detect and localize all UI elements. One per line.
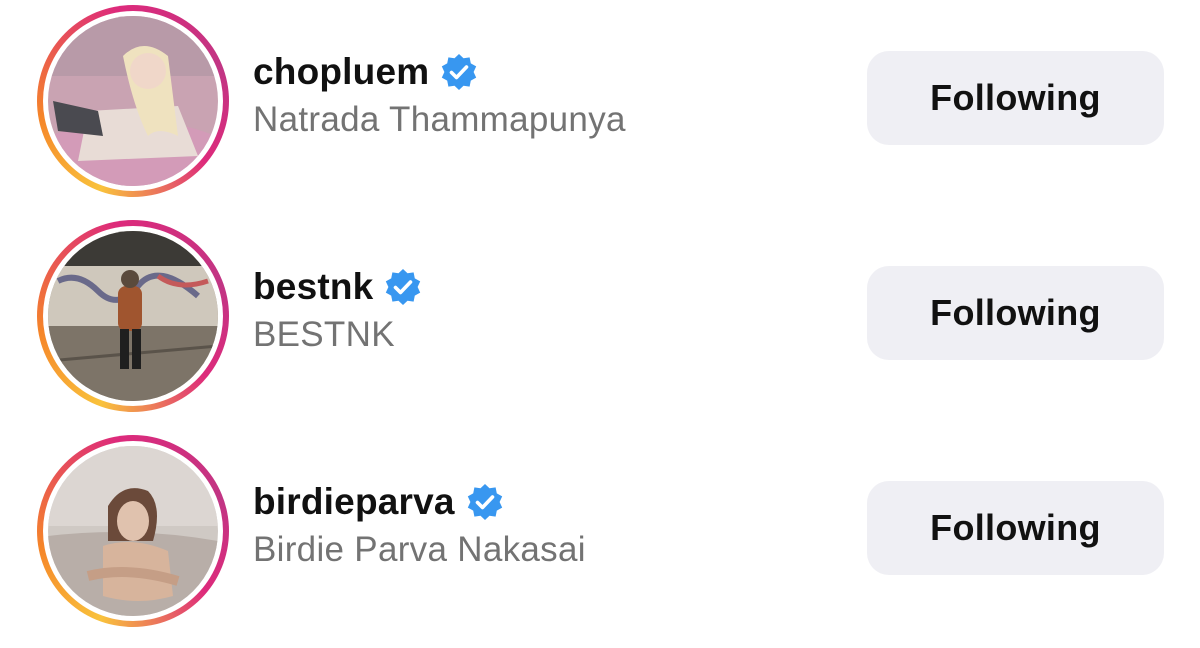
list-item[interactable]: bestnk BESTNK Following <box>0 215 1200 430</box>
list-item[interactable]: birdieparva Birdie Parva Nakasai Followi… <box>0 430 1200 645</box>
following-list: chopluem Natrada Thammapunya Following b… <box>0 0 1200 648</box>
full-name: Natrada Thammapunya <box>253 100 626 139</box>
full-name: BESTNK <box>253 315 395 354</box>
avatar-gap <box>43 226 223 406</box>
avatar-gap <box>43 441 223 621</box>
following-button[interactable]: Following <box>867 481 1164 575</box>
story-ring[interactable] <box>37 5 229 197</box>
following-button[interactable]: Following <box>867 266 1164 360</box>
account-names[interactable]: birdieparva Birdie Parva Nakasai <box>253 474 586 570</box>
following-button[interactable]: Following <box>867 51 1164 145</box>
avatar[interactable] <box>48 446 218 616</box>
avatar[interactable] <box>48 231 218 401</box>
username-line: chopluem <box>253 44 626 100</box>
story-ring[interactable] <box>37 435 229 627</box>
avatar[interactable] <box>48 16 218 186</box>
full-name: Birdie Parva Nakasai <box>253 530 586 569</box>
verified-badge-icon <box>383 267 423 307</box>
username[interactable]: bestnk <box>253 266 373 308</box>
username[interactable]: chopluem <box>253 51 429 93</box>
verified-badge-icon <box>465 482 505 522</box>
username[interactable]: birdieparva <box>253 481 455 523</box>
avatar-gap <box>43 11 223 191</box>
username-line: birdieparva <box>253 474 586 530</box>
story-ring[interactable] <box>37 220 229 412</box>
account-names[interactable]: bestnk BESTNK <box>253 259 423 355</box>
username-line: bestnk <box>253 259 423 315</box>
verified-badge-icon <box>439 52 479 92</box>
list-item[interactable]: chopluem Natrada Thammapunya Following <box>0 0 1200 215</box>
account-names[interactable]: chopluem Natrada Thammapunya <box>253 44 626 140</box>
